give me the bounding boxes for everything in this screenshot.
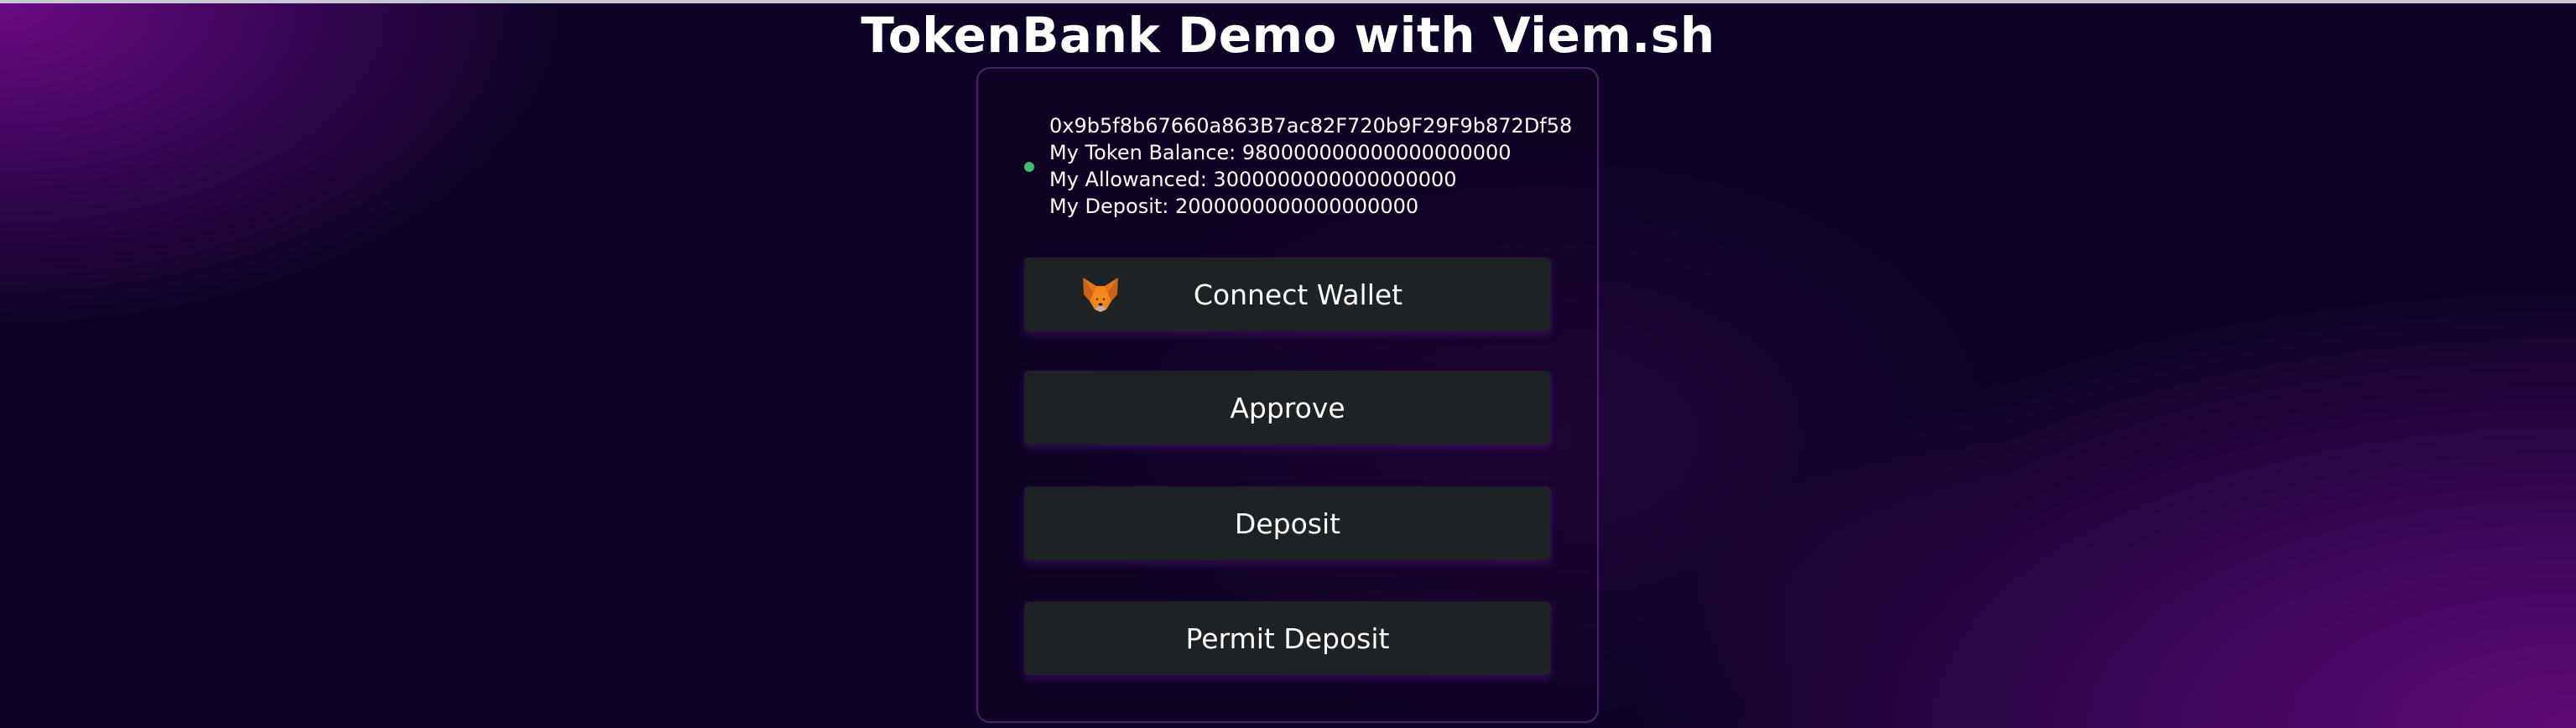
page-title: TokenBank Demo with Viem.sh	[861, 7, 1715, 64]
permit-deposit-label: Permit Deposit	[1185, 621, 1390, 655]
deposit-amount: My Deposit: 2000000000000000000	[1049, 195, 1419, 218]
approve-label: Approve	[1230, 391, 1345, 424]
wallet-address: 0x9b5f8b67660a863B7ac82F720b9F29F9b872Df…	[1049, 114, 1573, 138]
top-border	[0, 0, 2576, 3]
connection-status-icon	[1024, 162, 1034, 172]
deposit-label: Deposit	[1234, 507, 1341, 540]
connect-wallet-label: Connect Wallet	[1193, 278, 1403, 311]
permit-deposit-button[interactable]: Permit Deposit	[1024, 601, 1551, 675]
connect-wallet-button[interactable]: Connect Wallet	[1024, 257, 1551, 331]
deposit-button[interactable]: Deposit	[1024, 486, 1551, 560]
wallet-info: 0x9b5f8b67660a863B7ac82F720b9F29F9b872Df…	[1049, 112, 1572, 220]
allowance: My Allowanced: 3000000000000000000	[1049, 168, 1457, 191]
approve-button[interactable]: Approve	[1024, 371, 1551, 445]
token-balance: My Token Balance: 980000000000000000000	[1049, 141, 1512, 164]
